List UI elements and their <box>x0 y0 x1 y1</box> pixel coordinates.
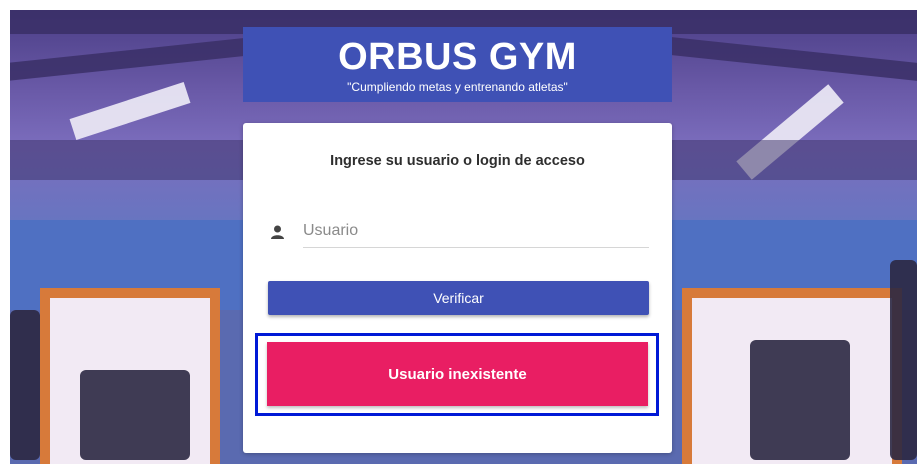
app-subtitle: "Cumpliendo metas y entrenando atletas" <box>347 80 568 94</box>
verify-button[interactable]: Verificar <box>268 281 649 315</box>
person-icon <box>271 225 284 239</box>
username-field <box>271 215 649 249</box>
login-heading: Ingrese su usuario o login de acceso <box>330 153 585 169</box>
error-alert: Usuario inexistente <box>267 342 648 406</box>
username-input[interactable] <box>303 215 649 248</box>
app-title: ORBUS GYM <box>338 36 577 78</box>
app-header: ORBUS GYM "Cumpliendo metas y entrenando… <box>243 27 672 102</box>
